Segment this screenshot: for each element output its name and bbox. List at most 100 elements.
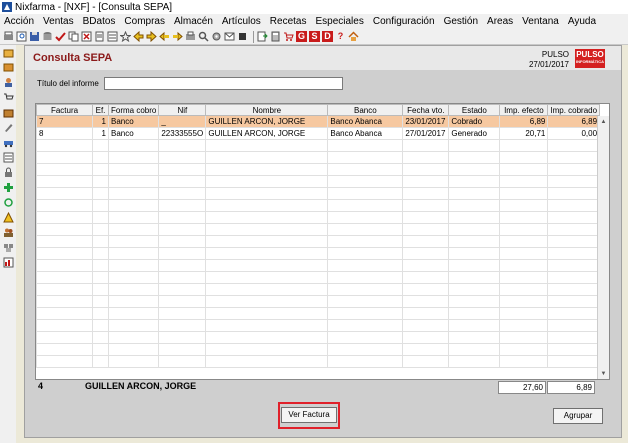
empty-cell [327, 223, 404, 236]
menu-item[interactable]: Ayuda [568, 16, 596, 27]
empty-cell [402, 199, 450, 212]
preview-icon[interactable] [16, 31, 27, 42]
go-forward-icon[interactable] [172, 31, 183, 42]
sidebar-car-icon[interactable] [3, 137, 14, 148]
menu-item[interactable]: Artículos [222, 16, 261, 27]
column-header[interactable]: Fecha vto. [402, 104, 450, 116]
table-cell: 1 [92, 127, 109, 140]
copy-icon[interactable] [68, 31, 79, 42]
column-header[interactable]: Factura [36, 104, 93, 116]
arrow-right-icon[interactable] [146, 31, 157, 42]
sidebar-card-icon[interactable] [3, 62, 14, 73]
empty-cell [107, 175, 160, 188]
tool-d-icon[interactable]: D [322, 31, 333, 42]
empty-cell [499, 295, 549, 308]
empty-cell [158, 223, 207, 236]
menu-item[interactable]: Areas [487, 16, 513, 27]
empty-cell [36, 175, 93, 188]
empty-cell [327, 139, 404, 152]
column-header[interactable]: Estado [448, 104, 501, 116]
empty-cell [107, 307, 160, 320]
print-list-icon[interactable] [185, 31, 196, 42]
export-icon[interactable] [257, 31, 268, 42]
table-row[interactable]: 7 1 Banco _ GUILLEN ARCON, JORGE Banco Abanca… [36, 115, 601, 128]
cart-icon[interactable] [283, 31, 294, 42]
email-icon[interactable] [224, 31, 235, 42]
sidebar-box-icon[interactable] [3, 107, 14, 118]
column-header[interactable]: Imp. cobrado [547, 104, 601, 116]
scroll-down-icon[interactable]: ▼ [598, 368, 609, 379]
sidebar-folder-icon[interactable] [3, 47, 14, 58]
table-row[interactable]: 8 1 Banco 22333555O GUILLEN ARCON, JORGE Banc… [36, 127, 601, 140]
calculator-icon[interactable] [270, 31, 281, 42]
empty-row [36, 139, 601, 152]
column-header[interactable]: Nombre [205, 104, 329, 116]
sidebar-cart-icon[interactable] [3, 92, 14, 103]
column-header[interactable]: Nif [158, 104, 207, 116]
table-scrollbar[interactable]: ▲ ▼ [597, 116, 609, 379]
company-info: PULSO 27/01/2017 [529, 50, 569, 70]
notes-icon[interactable] [107, 31, 118, 42]
report-title-input[interactable] [104, 77, 343, 90]
menu-item[interactable]: Ventas [43, 16, 74, 27]
empty-cell [158, 259, 207, 272]
empty-cell [158, 355, 207, 368]
empty-cell [327, 355, 404, 368]
sidebar-user-icon[interactable] [3, 77, 14, 88]
save-icon[interactable] [29, 31, 40, 42]
help-icon[interactable]: ? [335, 31, 346, 42]
sidebar-refresh-icon[interactable] [3, 197, 14, 208]
menu-item[interactable]: Configuración [373, 16, 435, 27]
tool-g-icon[interactable]: G [296, 31, 307, 42]
cancel-icon[interactable] [81, 31, 92, 42]
empty-cell [158, 139, 207, 152]
sidebar-warning-icon[interactable] [2, 212, 14, 223]
empty-cell [158, 319, 207, 332]
arrow-left-icon[interactable] [133, 31, 144, 42]
empty-cell [36, 199, 93, 212]
table-cell: 7 [36, 115, 93, 128]
sidebar-users-icon[interactable] [3, 227, 14, 238]
column-header[interactable]: Ef. [92, 104, 109, 116]
menu-item[interactable]: BDatos [83, 16, 116, 27]
menu-item[interactable]: Almacén [174, 16, 213, 27]
tool-s-icon[interactable]: S [309, 31, 320, 42]
empty-cell [36, 187, 93, 200]
empty-cell [402, 235, 450, 248]
sidebar-group-icon[interactable] [3, 242, 14, 253]
menu-item[interactable]: Acción [4, 16, 34, 27]
go-back-icon[interactable] [159, 31, 170, 42]
menu-item[interactable]: Especiales [315, 16, 363, 27]
scroll-up-icon[interactable]: ▲ [598, 116, 609, 127]
empty-cell [448, 139, 501, 152]
empty-cell [327, 307, 404, 320]
printer-icon[interactable] [3, 31, 14, 42]
column-header[interactable]: Banco [327, 104, 404, 116]
agrupar-button[interactable]: Agrupar [553, 408, 603, 424]
empty-cell [327, 187, 404, 200]
home-icon[interactable] [348, 31, 359, 42]
column-header[interactable]: Imp. efecto [499, 104, 549, 116]
sidebar-pen-icon[interactable] [3, 122, 14, 133]
sidebar-lock-icon[interactable] [3, 167, 14, 178]
settings-icon[interactable] [211, 31, 222, 42]
menu-item[interactable]: Ventana [522, 16, 559, 27]
checkmark-icon[interactable] [55, 31, 66, 42]
sidebar-list-icon[interactable] [3, 152, 14, 163]
database-icon[interactable] [42, 31, 53, 42]
stop-icon[interactable] [237, 31, 248, 42]
menu-item[interactable]: Compras [124, 16, 165, 27]
column-header[interactable]: Forma cobro [107, 104, 160, 116]
menu-item[interactable]: Gestión [444, 16, 478, 27]
empty-cell [448, 163, 501, 176]
star-icon[interactable] [120, 31, 131, 42]
sidebar-chart-icon[interactable] [3, 257, 14, 268]
empty-cell [402, 307, 450, 320]
sidebar-add-icon[interactable] [3, 182, 14, 193]
empty-cell [92, 319, 109, 332]
empty-cell [448, 283, 501, 296]
empty-cell [327, 151, 404, 164]
search-icon[interactable] [198, 31, 209, 42]
menu-item[interactable]: Recetas [270, 16, 307, 27]
document-icon[interactable] [94, 31, 105, 42]
